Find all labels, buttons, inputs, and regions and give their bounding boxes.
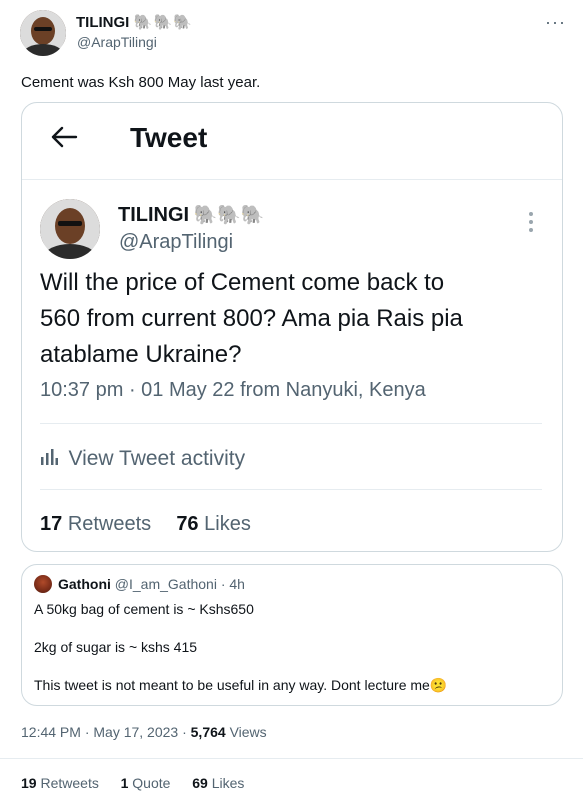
quote-line-2: 2kg of sugar is ~ kshs 415 [34,639,198,655]
embedded-author-avatar[interactable] [40,199,100,259]
embedded-header-title: Tweet [130,122,208,153]
embedded-likes-count[interactable]: 76 [176,513,198,535]
author-name[interactable]: TILINGI [76,14,129,31]
likes-label[interactable]: Likes [212,775,245,791]
header-divider [22,179,562,180]
embedded-text-line-3: atablame Ukraine? [40,341,242,368]
elephant-emoji-icon: 🐘🐘🐘 [133,14,193,31]
embedded-retweets-count[interactable]: 17 [40,513,62,535]
embedded-text-line-2: 560 from current 800? Ama pia Rais pia [40,305,463,332]
meta-divider [40,423,542,424]
author-name-row: TILINGI 🐘🐘🐘 [76,13,193,32]
quotes-label[interactable]: Quote [132,775,170,791]
embedded-tweet-text: Will the price of Cement come back to 56… [40,265,550,373]
embedded-tweet-meta[interactable]: 10:37 pm · 01 May 22 from Nanyuki, Kenya [40,379,426,402]
quote-author-row: Gathoni @I_am_Gathoni · 4h [58,576,245,592]
embedded-engagement-row: 17 Retweets 76 Likes [40,513,251,536]
embedded-author-name-row: TILINGI 🐘🐘🐘 [118,203,265,227]
quoted-tweet-card[interactable]: Gathoni @I_am_Gathoni · 4h A 50kg bag of… [21,564,563,706]
tweet-text: Cement was Ksh 800 May last year. [21,74,261,91]
retweets-count[interactable]: 19 [21,775,37,791]
likes-count[interactable]: 69 [192,775,208,791]
back-arrow-icon[interactable] [50,125,78,154]
embedded-elephant-emoji-icon: 🐘🐘🐘 [193,205,265,226]
embedded-author-name[interactable]: TILINGI [118,204,189,226]
author-avatar[interactable] [20,10,66,56]
quote-author-name[interactable]: Gathoni [58,576,111,592]
quote-time[interactable]: · 4h [221,576,245,592]
retweets-label[interactable]: Retweets [40,775,98,791]
quote-line-1: A 50kg bag of cement is ~ Kshs650 [34,601,254,617]
analytics-icon [40,448,58,470]
engagement-row: 19 Retweets 1 Quote 69 Likes [21,775,244,791]
more-dots-icon[interactable]: ··· [545,12,566,33]
view-tweet-activity[interactable]: View Tweet activity [40,447,245,471]
quote-line-3-row: This tweet is not meant to be useful in … [34,677,447,694]
quote-author-avatar[interactable] [34,575,52,593]
embedded-text-line-1: Will the price of Cement come back to [40,269,445,296]
tweet-timestamp[interactable]: 12:44 PM · May 17, 2023 · [21,724,191,740]
views-label: Views [225,724,267,740]
more-vertical-icon[interactable] [528,211,534,238]
embedded-author-handle[interactable]: @ArapTilingi [119,231,233,254]
confused-face-icon: 😕 [429,677,448,693]
quote-author-handle[interactable]: @I_am_Gathoni [115,576,217,592]
embedded-likes-label[interactable]: Likes [204,513,251,535]
author-handle[interactable]: @ArapTilingi [77,34,157,50]
embedded-image-card[interactable]: Tweet TILINGI 🐘🐘🐘 @ArapTilingi Will the … [21,102,563,552]
footer-divider [0,758,583,759]
quote-line-3: This tweet is not meant to be useful in … [34,677,430,693]
quotes-count[interactable]: 1 [121,775,129,791]
views-count: 5,764 [190,724,226,740]
view-tweet-activity-label: View Tweet activity [68,447,246,470]
activity-divider [40,489,542,490]
tweet-timestamp-row: 12:44 PM · May 17, 2023 · 5,764 Views [21,724,267,740]
embedded-retweets-label[interactable]: Retweets [68,513,151,535]
